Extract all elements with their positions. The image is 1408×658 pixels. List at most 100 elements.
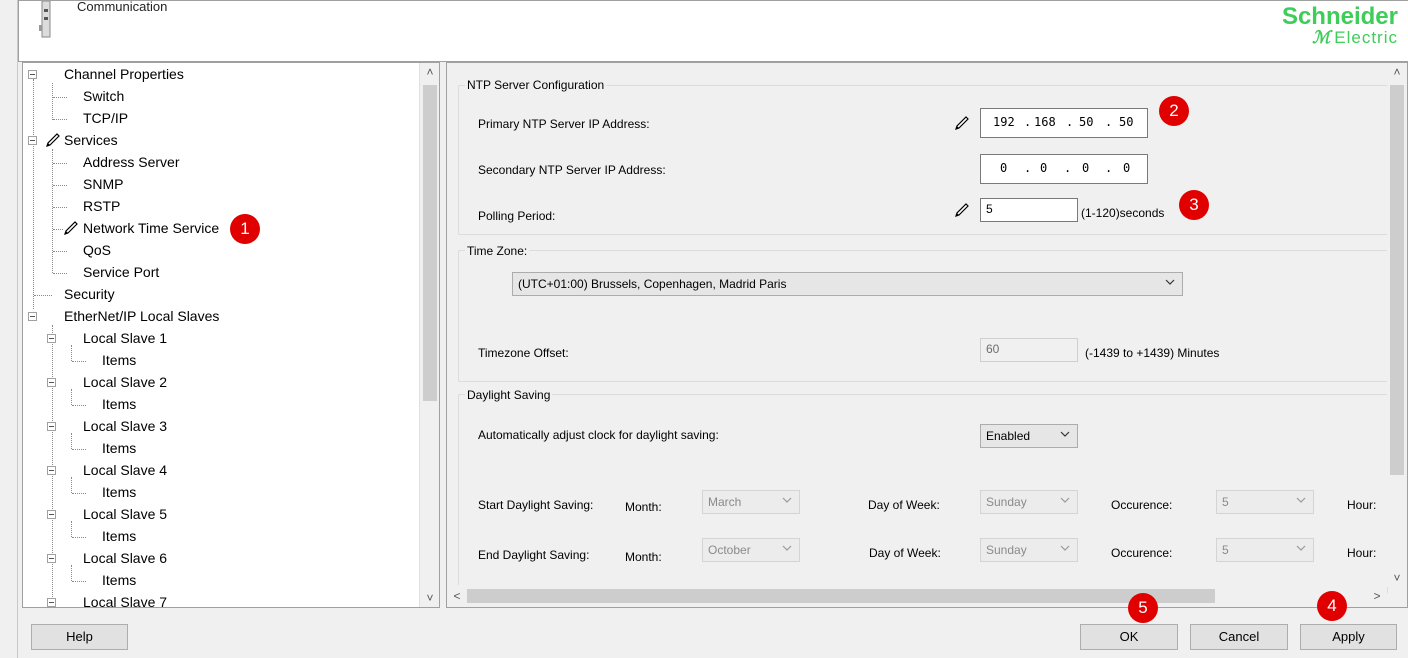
- chevron-down-icon: [782, 545, 792, 551]
- tree-line: [72, 449, 86, 450]
- start-occ-select[interactable]: 5: [1216, 490, 1314, 514]
- chevron-down-icon: [782, 497, 792, 503]
- scrollbar-thumb[interactable]: [467, 589, 1215, 603]
- tree-line: [34, 295, 52, 296]
- tree-line: [72, 537, 86, 538]
- collapse-toggle[interactable]: [47, 334, 56, 343]
- panel-vertical-scrollbar[interactable]: ˄ ˅: [1387, 63, 1407, 587]
- collapse-toggle[interactable]: [47, 510, 56, 519]
- ip-dot: .: [1105, 115, 1113, 129]
- tree-item-channel-properties[interactable]: Channel Properties: [64, 64, 184, 84]
- tree-item-items[interactable]: Items: [102, 350, 136, 370]
- scrollbar-thumb[interactable]: [1390, 85, 1404, 475]
- help-button[interactable]: Help: [31, 624, 128, 650]
- ip-octet: 50: [1079, 115, 1094, 129]
- end-occ-value: 5: [1222, 543, 1229, 557]
- annotation-badge: 1: [230, 214, 260, 244]
- tree-item-items[interactable]: Items: [102, 570, 136, 590]
- collapse-toggle[interactable]: [47, 598, 56, 607]
- polling-period-input[interactable]: 5: [980, 198, 1078, 222]
- tree-item-local-slave-5[interactable]: Local Slave 5: [83, 504, 167, 524]
- chevron-down-icon: [1060, 497, 1070, 503]
- tree-item-service-port[interactable]: Service Port: [83, 262, 159, 282]
- tree-item-items[interactable]: Items: [102, 526, 136, 546]
- pencil-icon: [955, 116, 969, 130]
- timezone-group-label: Time Zone:: [465, 244, 530, 258]
- collapse-toggle[interactable]: [47, 466, 56, 475]
- pencil-icon: [64, 221, 78, 235]
- collapse-toggle[interactable]: [28, 136, 37, 145]
- tree-line: [72, 493, 86, 494]
- end-month-value: October: [708, 543, 751, 557]
- collapse-toggle[interactable]: [47, 378, 56, 387]
- tree-item-local-slave-1[interactable]: Local Slave 1: [83, 328, 167, 348]
- tree-line: [71, 389, 72, 405]
- tree-item-items[interactable]: Items: [102, 482, 136, 502]
- tree-item-switch[interactable]: Switch: [83, 86, 124, 106]
- scrollbar-thumb[interactable]: [423, 85, 437, 401]
- ip-octet: 192: [993, 115, 1015, 129]
- primary-ntp-ip-input[interactable]: 192 . 168 . 50 . 50: [980, 108, 1148, 138]
- ip-octet: 50: [1119, 115, 1134, 129]
- ok-button[interactable]: OK: [1080, 624, 1178, 650]
- timezone-select[interactable]: (UTC+01:00) Brussels, Copenhagen, Madrid…: [512, 272, 1183, 296]
- collapse-toggle[interactable]: [28, 312, 37, 321]
- end-month-select[interactable]: October: [702, 538, 800, 562]
- apply-button[interactable]: Apply: [1300, 624, 1397, 650]
- tree-item-local-slave-4[interactable]: Local Slave 4: [83, 460, 167, 480]
- tree-item-network-time-service[interactable]: Network Time Service: [83, 218, 219, 238]
- tree-item-local-slave-7[interactable]: Local Slave 7: [83, 592, 167, 607]
- ip-octet: 0: [1123, 161, 1131, 175]
- tree-item-local-slave-3[interactable]: Local Slave 3: [83, 416, 167, 436]
- scroll-left-arrow-icon[interactable]: <: [447, 587, 467, 605]
- end-daylight-label: End Daylight Saving:: [478, 548, 590, 562]
- end-dow-select[interactable]: Sunday: [980, 538, 1078, 562]
- timezone-group: [458, 250, 1388, 382]
- start-month-value: March: [708, 495, 742, 509]
- tree-line: [53, 119, 67, 120]
- timezone-offset-input[interactable]: 60: [980, 338, 1078, 362]
- collapse-toggle[interactable]: [47, 422, 56, 431]
- cancel-button[interactable]: Cancel: [1190, 624, 1288, 650]
- collapse-toggle[interactable]: [28, 70, 37, 79]
- collapse-toggle[interactable]: [47, 554, 56, 563]
- scroll-up-arrow-icon[interactable]: ˄: [1387, 63, 1407, 81]
- tree-item-rstp[interactable]: RSTP: [83, 196, 120, 216]
- ntp-group: [458, 85, 1388, 235]
- daylight-auto-label: Automatically adjust clock for daylight …: [478, 428, 719, 442]
- timezone-offset-hint: (-1439 to +1439) Minutes: [1085, 346, 1220, 360]
- start-month-select[interactable]: March: [702, 490, 800, 514]
- tree-item-items[interactable]: Items: [102, 438, 136, 458]
- chevron-down-icon: [1165, 279, 1175, 285]
- tree-item-local-slave-2[interactable]: Local Slave 2: [83, 372, 167, 392]
- ip-dot: .: [1064, 161, 1072, 175]
- tree-item-local-slave-6[interactable]: Local Slave 6: [83, 548, 167, 568]
- chevron-down-icon: [1296, 545, 1306, 551]
- tree-item-items[interactable]: Items: [102, 394, 136, 414]
- tree-line: [53, 273, 67, 274]
- tree-item-qos[interactable]: QoS: [83, 240, 111, 260]
- scroll-right-arrow-icon[interactable]: >: [1367, 587, 1387, 605]
- tree-line: [71, 521, 72, 537]
- start-dow-select[interactable]: Sunday: [980, 490, 1078, 514]
- tree-item-tcpip[interactable]: TCP/IP: [83, 108, 128, 128]
- scroll-down-arrow-icon[interactable]: ˅: [420, 589, 439, 607]
- polling-period-label: Polling Period:: [478, 209, 556, 223]
- tree-line: [72, 361, 86, 362]
- daylight-auto-select[interactable]: Enabled: [980, 424, 1078, 448]
- scroll-down-arrow-icon[interactable]: ˅: [1387, 569, 1407, 587]
- tree-item-address-server[interactable]: Address Server: [83, 152, 179, 172]
- timezone-selected-value: (UTC+01:00) Brussels, Copenhagen, Madrid…: [518, 277, 787, 291]
- ip-dot: .: [1024, 161, 1032, 175]
- tree-item-snmp[interactable]: SNMP: [83, 174, 123, 194]
- panel-horizontal-scrollbar[interactable]: < >: [447, 585, 1387, 607]
- scroll-up-arrow-icon[interactable]: ˄: [420, 63, 439, 81]
- tree-item-security[interactable]: Security: [64, 284, 115, 304]
- tree-item-services[interactable]: Services: [64, 130, 118, 150]
- tree-item-ethernet-ip-local-slaves[interactable]: EtherNet/IP Local Slaves: [64, 306, 219, 326]
- secondary-ntp-ip-input[interactable]: 0 . 0 . 0 . 0: [980, 154, 1148, 184]
- ip-dot: .: [1066, 115, 1074, 129]
- end-occ-select[interactable]: 5: [1216, 538, 1314, 562]
- tree-scrollbar[interactable]: ˄ ˅: [419, 63, 439, 607]
- primary-ntp-label: Primary NTP Server IP Address:: [478, 117, 650, 131]
